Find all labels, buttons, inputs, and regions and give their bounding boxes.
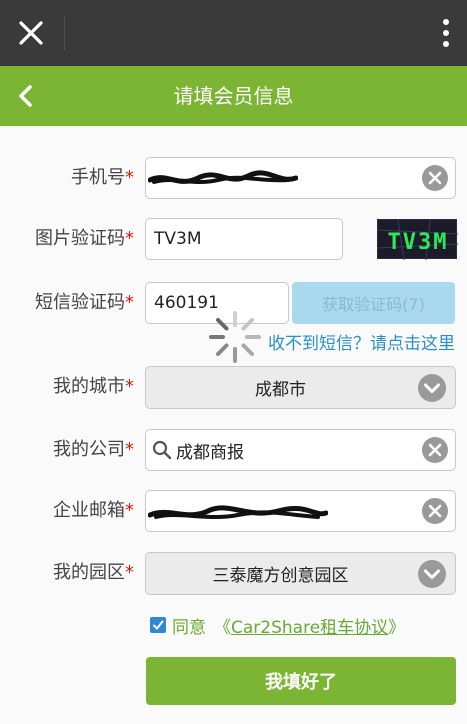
company-search-field[interactable]: 成都商报 xyxy=(145,429,456,471)
search-icon xyxy=(152,440,172,460)
clear-icon[interactable] xyxy=(421,436,449,464)
more-vertical-icon[interactable] xyxy=(431,10,461,56)
captcha-label: 图片验证码* xyxy=(35,228,134,249)
company-value: 成都商报 xyxy=(176,442,244,463)
close-icon[interactable] xyxy=(10,12,52,54)
captcha-image-text: TV3M xyxy=(388,230,449,255)
clear-icon[interactable] xyxy=(421,164,449,192)
park-value: 三泰魔方创意园区 xyxy=(212,566,349,586)
agreement-checkbox[interactable] xyxy=(150,617,166,633)
agreement-open-quote: 《 xyxy=(214,617,231,638)
submit-button[interactable]: 我填好了 xyxy=(146,657,456,705)
park-label: 我的园区* xyxy=(53,562,134,583)
captcha-input[interactable]: TV3M xyxy=(145,218,343,260)
top-bar xyxy=(0,0,467,66)
agreement-row: 同意 《 Car2Share租车协议》 xyxy=(150,611,405,639)
chevron-down-icon xyxy=(417,373,447,403)
chevron-down-icon xyxy=(417,559,447,589)
agreement-link[interactable]: Car2Share租车协议 xyxy=(231,613,388,638)
city-select[interactable]: 成都市 xyxy=(145,366,456,409)
email-field[interactable] xyxy=(145,490,456,532)
nav-bar: 请填会员信息 xyxy=(0,66,467,126)
phone-field[interactable] xyxy=(145,157,456,199)
company-field-content: 成都商报 xyxy=(152,430,244,470)
clear-icon[interactable] xyxy=(421,497,449,525)
city-label: 我的城市* xyxy=(53,376,134,397)
phone-label: 手机号* xyxy=(71,167,134,188)
park-select[interactable]: 三泰魔方创意园区 xyxy=(145,552,456,595)
get-sms-code-button[interactable]: 获取验证码(7) xyxy=(292,282,455,324)
city-value: 成都市 xyxy=(255,380,306,400)
redacted-scribble xyxy=(148,170,298,184)
divider xyxy=(64,16,65,50)
loading-spinner-icon xyxy=(201,308,269,366)
sms-label: 短信验证码* xyxy=(35,292,134,313)
captcha-value: TV3M xyxy=(154,229,202,249)
captcha-image[interactable]: TV3M xyxy=(377,219,459,261)
redacted-scribble xyxy=(148,505,328,519)
email-label: 企业邮箱* xyxy=(53,500,134,521)
resend-sms-link[interactable]: 收不到短信？请点击这里 xyxy=(268,330,455,358)
company-label: 我的公司* xyxy=(53,439,134,460)
agreement-close-quote: 》 xyxy=(388,617,406,638)
page-title: 请填会员信息 xyxy=(173,84,294,108)
agreement-prefix: 同意 xyxy=(172,617,206,638)
